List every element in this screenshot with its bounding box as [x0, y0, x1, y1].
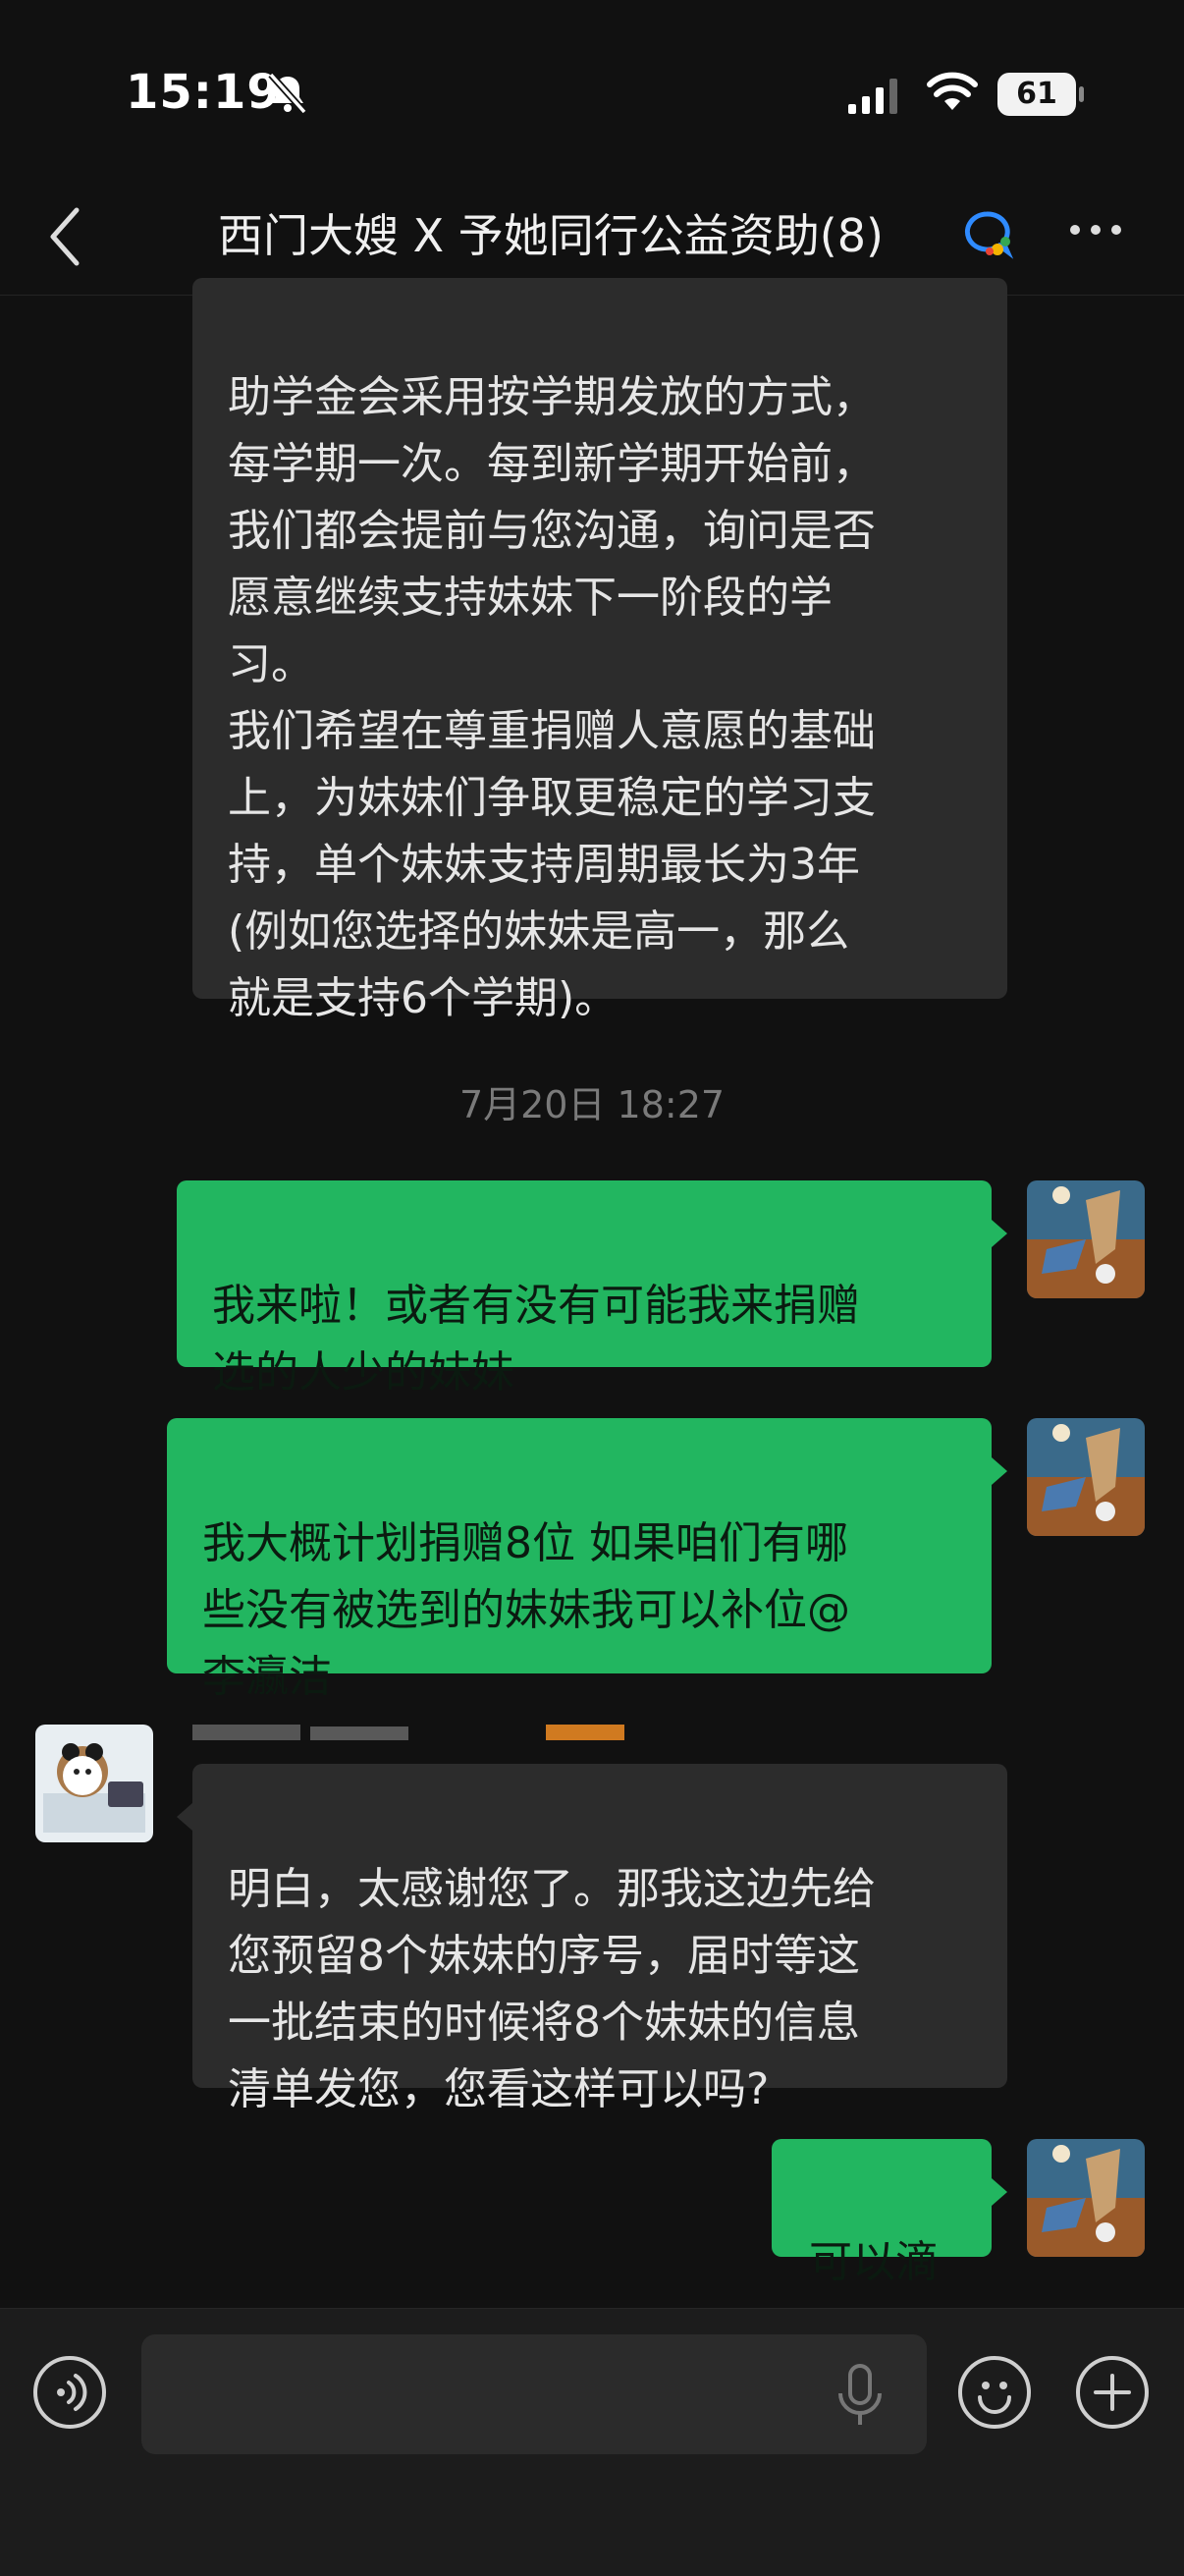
message-input[interactable] [141, 2334, 927, 2454]
more-functions-button[interactable] [1076, 2356, 1149, 2429]
wifi-icon [927, 72, 978, 110]
battery-indicator: 61 [997, 73, 1084, 116]
message-timestamp: 7月20日 18:27 [458, 1083, 726, 1126]
bell-slash-icon [268, 72, 307, 115]
back-chevron-icon[interactable] [43, 204, 86, 269]
outgoing-message[interactable]: 我大概计划捐赠8位 如果咱们有哪 些没有被选到的妹妹我可以补位@ 李瀛洁 [167, 1418, 1007, 1702]
smiley-icon [978, 2382, 1011, 2414]
message-text: 明白，太感谢您了。那我这边先给 您预留8个妹妹的序号，届时等这 一批结束的时候将… [228, 1864, 876, 2114]
my-avatar[interactable] [1027, 2139, 1145, 2257]
message-text: 可以滴 [809, 2237, 939, 2287]
microphone-icon[interactable] [833, 2362, 888, 2431]
status-bar: 15:19 61 [0, 0, 1184, 187]
enterprise-group-icon [964, 211, 1014, 259]
more-options-icon[interactable] [1070, 220, 1129, 249]
sender-name-redacted [192, 1725, 624, 1740]
battery-level: 61 [1016, 77, 1057, 111]
message-text: 助学金会采用按学期发放的方式， 每学期一次。每到新学期开始前， 我们都会提前与您… [228, 372, 876, 1023]
input-bar [0, 2308, 1184, 2576]
incoming-message[interactable]: 明白，太感谢您了。那我这边先给 您预留8个妹妹的序号，届时等这 一批结束的时候将… [177, 1764, 1007, 2114]
incoming-message[interactable]: 助学金会采用按学期发放的方式， 每学期一次。每到新学期开始前， 我们都会提前与您… [192, 278, 1007, 1023]
my-avatar[interactable] [1027, 1418, 1145, 1536]
emoji-button[interactable] [958, 2356, 1031, 2429]
voice-input-button[interactable] [33, 2356, 106, 2429]
outgoing-message[interactable]: 可以滴 [772, 2139, 1007, 2287]
message-text: 我大概计划捐赠8位 如果咱们有哪 些没有被选到的妹妹我可以补位@ 李瀛洁 [202, 1518, 850, 1702]
my-avatar[interactable] [1027, 1180, 1145, 1298]
sender-avatar[interactable] [35, 1725, 153, 1842]
cellular-signal-icon [848, 79, 897, 114]
voice-wave-icon [57, 2374, 87, 2411]
plus-icon [1094, 2374, 1131, 2411]
message-text: 我来啦！或者有没有可能我来捐赠 选的人少的妹妹 [212, 1281, 860, 1398]
status-time: 15:19 [126, 65, 281, 120]
chat-title[interactable]: 西门大嫂 X 予她同行公益资助(8) [218, 200, 884, 265]
outgoing-message[interactable]: 我来啦！或者有没有可能我来捐赠 选的人少的妹妹 [177, 1180, 1007, 1398]
